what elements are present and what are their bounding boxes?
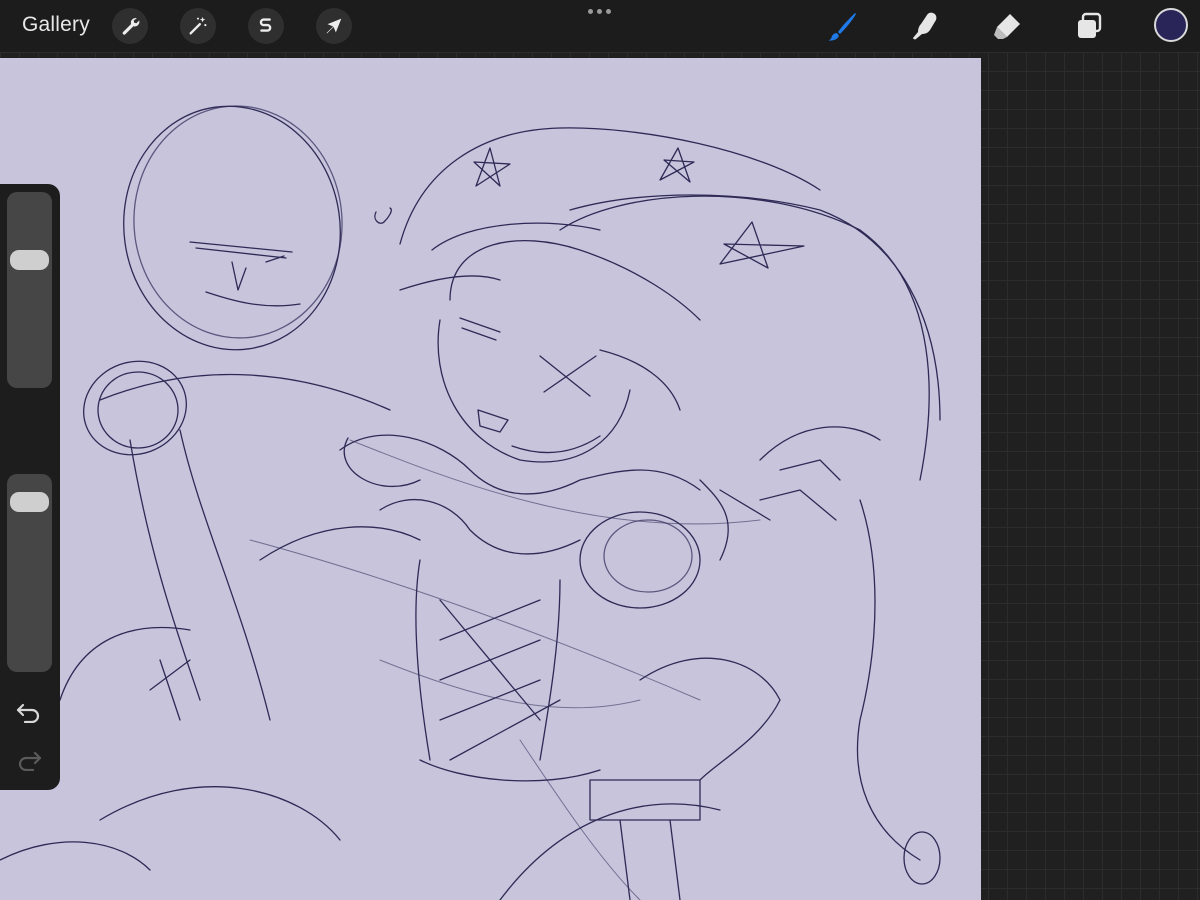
sketch-face — [399, 240, 701, 463]
brush-size-slider[interactable] — [7, 192, 52, 388]
opacity-slider[interactable] — [7, 474, 52, 672]
sketch-left-arm — [0, 360, 421, 871]
more-options-icon[interactable] — [588, 9, 611, 14]
sketch-right-hand — [499, 426, 941, 900]
drawing-canvas[interactable] — [0, 58, 981, 900]
adjustments-button[interactable] — [180, 8, 216, 44]
sketch-torso — [415, 559, 701, 900]
left-sidebar — [0, 184, 60, 790]
eraser-icon — [994, 14, 1020, 39]
sketch-guidelines — [249, 439, 761, 900]
eraser-tool-button[interactable] — [990, 9, 1024, 43]
transform-button[interactable] — [316, 8, 352, 44]
selection-s-icon — [259, 18, 272, 32]
layers-button[interactable] — [1072, 9, 1106, 43]
smudge-tool-button[interactable] — [908, 9, 942, 43]
sketch-heart — [374, 207, 392, 224]
gallery-button[interactable]: Gallery — [22, 13, 90, 37]
redo-button[interactable] — [14, 746, 44, 774]
brush-tool-button[interactable] — [826, 9, 860, 43]
smudge-finger-icon — [913, 12, 937, 40]
actions-button[interactable] — [112, 8, 148, 44]
layers-icon — [1078, 12, 1102, 38]
sketch-hat — [399, 127, 941, 481]
undo-button[interactable] — [14, 698, 44, 726]
brush-icon — [828, 13, 856, 41]
top-toolbar: Gallery — [0, 0, 1200, 52]
sketch-drawing — [0, 105, 941, 900]
sketch-head-circle — [123, 105, 343, 351]
color-picker-swatch[interactable] — [1154, 8, 1188, 42]
magic-wand-icon — [189, 16, 207, 35]
wrench-icon — [122, 17, 140, 35]
selection-button[interactable] — [248, 8, 284, 44]
arrow-cursor-icon — [326, 18, 342, 34]
undo-arrow-icon — [16, 703, 40, 723]
opacity-thumb[interactable] — [10, 491, 49, 512]
brush-size-thumb[interactable] — [10, 249, 49, 270]
redo-arrow-icon — [18, 751, 42, 771]
